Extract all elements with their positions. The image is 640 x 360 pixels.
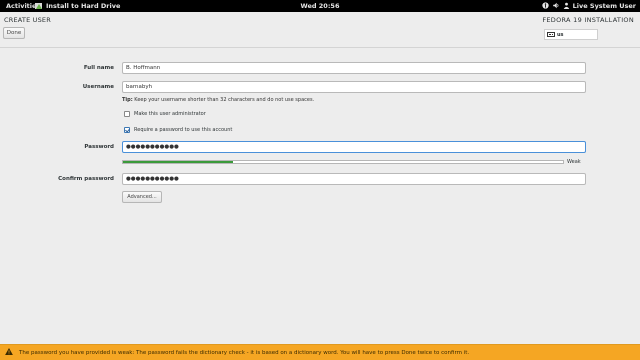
require-password-checkbox[interactable]: Require a password to use this account xyxy=(124,127,232,133)
volume-icon[interactable] xyxy=(552,2,560,11)
username-input[interactable]: barnabyh xyxy=(122,81,586,93)
spoke-header: CREATE USER Done FEDORA 19 INSTALLATION … xyxy=(0,12,640,48)
password-strength-fill xyxy=(123,161,233,163)
password-label: Password xyxy=(84,144,114,150)
password-strength-bar xyxy=(122,160,564,164)
page-title: CREATE USER xyxy=(4,16,51,24)
confirm-password-label: Confirm password xyxy=(58,176,114,182)
install-title: FEDORA 19 INSTALLATION xyxy=(542,16,634,24)
full-name-input[interactable]: B. Hoffmann xyxy=(122,62,586,74)
top-bar: Activities Install to Hard Drive Wed 20:… xyxy=(0,0,640,12)
require-password-label: Require a password to use this account xyxy=(134,127,233,133)
keyboard-layout-label: us xyxy=(557,31,564,38)
full-name-label: Full name xyxy=(83,65,114,71)
user-name: Live System User xyxy=(572,2,636,10)
make-admin-box[interactable] xyxy=(124,111,130,117)
accessibility-icon[interactable] xyxy=(541,1,549,11)
keyboard-layout-indicator[interactable]: us xyxy=(544,29,598,40)
make-admin-label: Make this user administrator xyxy=(134,111,206,117)
password-input[interactable]: ●●●●●●●●●●● xyxy=(122,141,586,153)
confirm-password-input[interactable]: ●●●●●●●●●●● xyxy=(122,173,586,185)
tip-prefix: Tip: xyxy=(122,97,133,103)
system-menu[interactable]: Live System User xyxy=(541,1,636,11)
advanced-button[interactable]: Advanced... xyxy=(122,191,162,203)
username-tip: Tip: Keep your username shorter than 32 … xyxy=(122,97,314,103)
username-label: Username xyxy=(82,84,114,90)
warning-bar[interactable]: The password you have provided is weak: … xyxy=(0,344,640,360)
warning-icon xyxy=(5,348,15,357)
password-strength-label: Weak xyxy=(567,159,581,165)
done-button[interactable]: Done xyxy=(3,27,25,39)
user-icon xyxy=(563,2,570,11)
require-password-box[interactable] xyxy=(124,127,130,133)
make-admin-checkbox[interactable]: Make this user administrator xyxy=(124,111,206,117)
tip-text: Keep your username shorter than 32 chara… xyxy=(132,97,315,103)
keyboard-icon xyxy=(547,32,555,37)
warning-text: The password you have provided is weak: … xyxy=(19,349,470,356)
